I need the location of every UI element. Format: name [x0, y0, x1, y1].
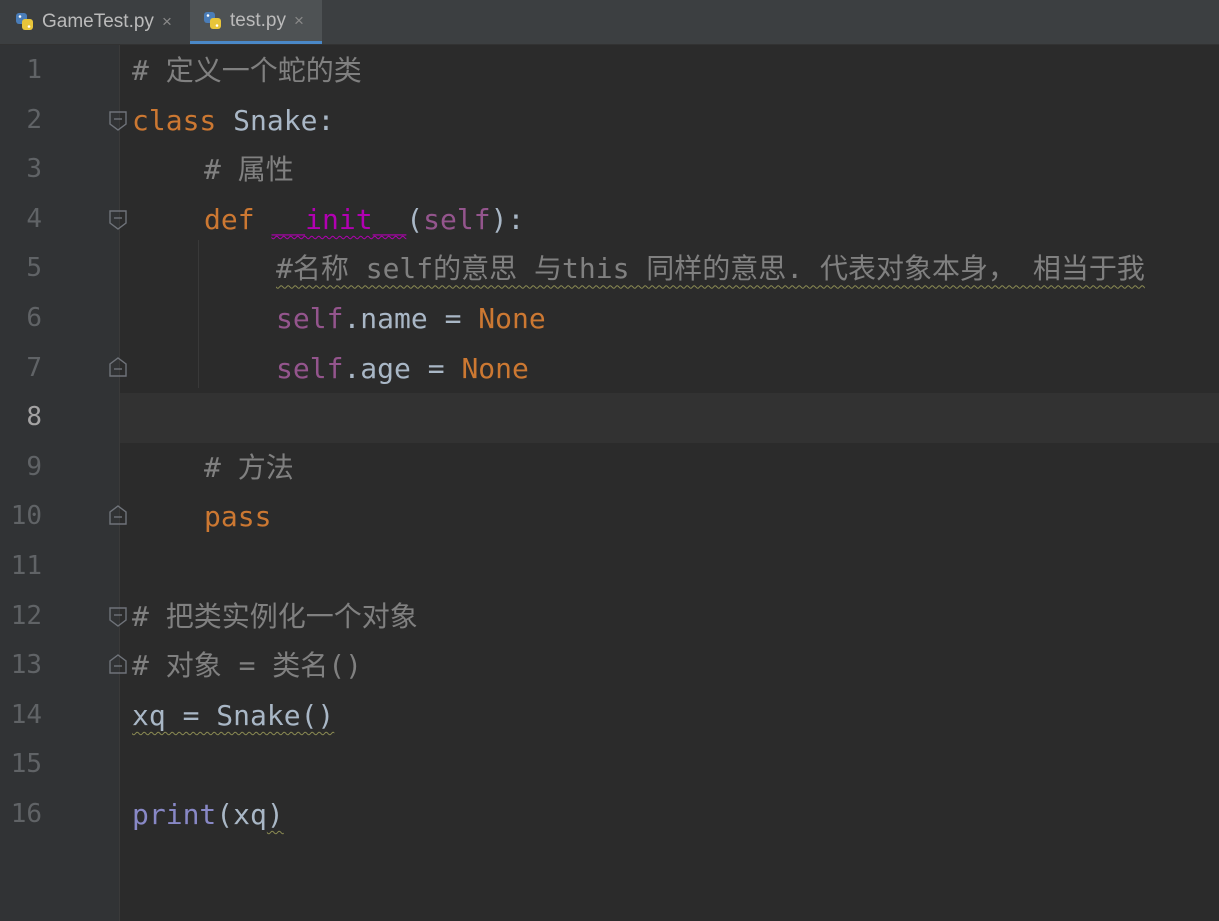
tab-gametest[interactable]: GameTest.py ×	[0, 0, 186, 44]
line-number: 16	[10, 799, 42, 829]
comment: # 方法	[204, 450, 294, 484]
fold-collapse-icon[interactable]	[108, 606, 128, 628]
code-line: 3 # 属性	[0, 145, 1219, 195]
line-number: 15	[10, 749, 42, 780]
comment: #名称 self的意思 与this 同样的意思. 代表对象本身， 相当于我	[276, 252, 1145, 286]
code-line: 1 # 定义一个蛇的类	[0, 46, 1219, 96]
line-number: 9	[26, 451, 42, 482]
line-code[interactable]: print(xq)	[132, 790, 284, 840]
builtin-function: print	[132, 798, 217, 831]
self-ref: self	[276, 351, 344, 385]
keyword: None	[478, 302, 546, 335]
code-line: 2 class Snake:	[0, 96, 1219, 146]
line-number: 14	[10, 699, 42, 730]
tab-label: GameTest.py	[42, 11, 154, 32]
code-line: 7 self.age = None	[0, 344, 1219, 394]
attr-assign: .age =	[343, 351, 462, 385]
attr-assign: .name =	[343, 302, 479, 335]
magic-method: __init__	[271, 202, 407, 236]
line-number: 6	[26, 303, 42, 333]
fold-collapse-icon[interactable]	[108, 110, 128, 132]
class-name: Snake:	[216, 103, 335, 137]
self-ref: self	[276, 302, 344, 335]
code-line: 11	[0, 542, 1219, 592]
fold-end-icon[interactable]	[108, 504, 128, 526]
line-number: 7	[26, 352, 42, 383]
line-code[interactable]: #名称 self的意思 与this 同样的意思. 代表对象本身， 相当于我	[276, 244, 1145, 294]
code-line: 12 # 把类实例化一个对象	[0, 592, 1219, 642]
paren: ):	[490, 202, 525, 236]
line-code[interactable]: xq = Snake()	[132, 691, 334, 741]
line-code[interactable]: # 属性	[204, 145, 294, 195]
paren: (	[406, 202, 424, 236]
tab-label: test.py	[230, 9, 286, 31]
line-code[interactable]: self.age = None	[276, 344, 529, 394]
code-line: 4 def __init__(self):	[0, 195, 1219, 245]
comment: # 对象 = 类名()	[132, 649, 363, 683]
code-line: 6 self.name = None	[0, 294, 1219, 344]
line-number: 13	[10, 650, 42, 681]
code-line-current: 8	[0, 393, 1219, 443]
self-param: self	[423, 202, 491, 236]
line-number: 5	[26, 253, 42, 284]
editor-tab-bar: GameTest.py × test.py ×	[0, 0, 1219, 45]
comment: # 属性	[204, 153, 294, 187]
line-number: 1	[26, 55, 42, 85]
line-number: 2	[26, 104, 42, 135]
tab-test[interactable]: test.py ×	[190, 0, 322, 44]
line-number: 10	[10, 501, 42, 532]
fold-end-icon[interactable]	[108, 356, 128, 378]
statement: xq = Snake()	[132, 698, 335, 732]
close-icon[interactable]: ×	[162, 12, 172, 32]
line-code[interactable]: # 对象 = 类名()	[132, 641, 362, 691]
line-number: 11	[10, 551, 42, 581]
code-line: 9 # 方法	[0, 443, 1219, 493]
paren: )	[266, 798, 284, 831]
line-code[interactable]: # 定义一个蛇的类	[132, 46, 362, 96]
paren: (	[216, 798, 234, 831]
python-file-icon	[16, 13, 33, 30]
keyword: None	[461, 351, 529, 385]
code-line: 14 xq = Snake()	[0, 691, 1219, 741]
line-code[interactable]: self.name = None	[276, 294, 546, 344]
code-line: 13 # 对象 = 类名()	[0, 641, 1219, 691]
fold-collapse-icon[interactable]	[108, 209, 128, 231]
line-code[interactable]: def __init__(self):	[204, 195, 524, 245]
line-code[interactable]: # 方法	[204, 443, 294, 493]
line-number: 8	[26, 402, 42, 433]
code-line: 5 #名称 self的意思 与this 同样的意思. 代表对象本身， 相当于我	[0, 244, 1219, 294]
comment: # 把类实例化一个对象	[132, 599, 418, 633]
code-line: 10 pass	[0, 492, 1219, 542]
keyword: pass	[204, 500, 272, 534]
line-number: 3	[26, 154, 42, 185]
keyword: class	[132, 103, 217, 137]
python-file-icon	[204, 11, 221, 29]
line-code[interactable]: # 把类实例化一个对象	[132, 592, 418, 642]
fold-end-icon[interactable]	[108, 653, 128, 675]
code-line: 15	[0, 740, 1219, 790]
line-number: 4	[26, 203, 42, 234]
code-line: 16 print(xq)	[0, 790, 1219, 840]
current-line-highlight	[120, 393, 1219, 443]
line-number: 12	[10, 600, 42, 631]
line-code[interactable]: class Snake:	[132, 96, 334, 146]
keyword: def	[204, 202, 255, 236]
comment: # 定义一个蛇的类	[132, 54, 362, 87]
line-code[interactable]: pass	[204, 492, 271, 542]
close-icon[interactable]: ×	[294, 11, 304, 31]
argument: xq	[233, 798, 267, 831]
